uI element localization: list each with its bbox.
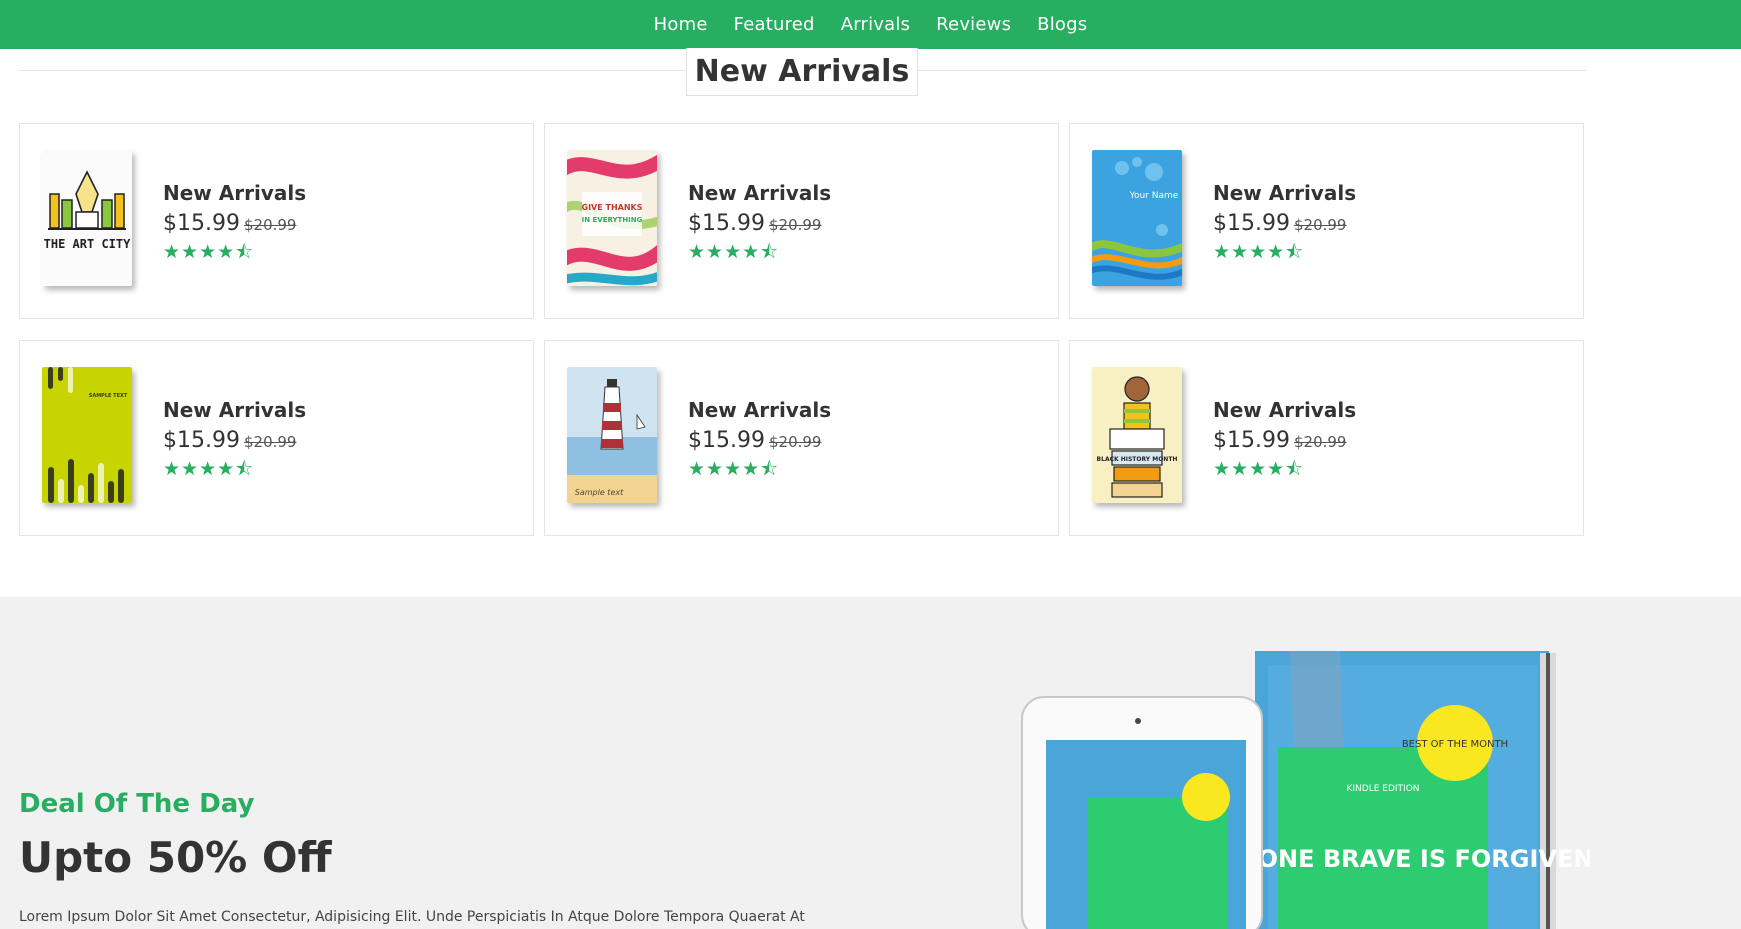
deal-description: Lorem Ipsum Dolor Sit Amet Consectetur, … bbox=[19, 909, 805, 925]
product-price: $15.99 bbox=[163, 428, 240, 453]
star-rating: ★★★★⯪ bbox=[688, 241, 780, 263]
deal-book-image: KINDLE EDITION EVERYONE BRAVE IS FORGIVE… bbox=[1010, 635, 1590, 929]
product-old-price: $20.99 bbox=[768, 216, 822, 234]
black-history-cover: BLACK HISTORY MONTH bbox=[1092, 367, 1182, 503]
product-info: New Arrivals $15.99 $20.99 ★★★★⯪ bbox=[1213, 398, 1356, 479]
product-card[interactable]: GIVE THANKS IN EVERYTHING New Arrivals $… bbox=[544, 123, 1059, 319]
svg-text:GIVE THANKS: GIVE THANKS bbox=[582, 203, 643, 212]
cover-title: Sample text bbox=[575, 488, 624, 497]
product-price: $15.99 bbox=[163, 211, 240, 236]
art-city-cover: THE ART CITY bbox=[42, 150, 132, 286]
product-info: New Arrivals $15.99 $20.99 ★★★★⯪ bbox=[688, 181, 831, 262]
product-info: New Arrivals $15.99 $20.99 ★★★★⯪ bbox=[1213, 181, 1356, 262]
star-rating: ★★★★⯪ bbox=[163, 241, 255, 263]
cover-title: Your Name bbox=[1129, 191, 1179, 201]
product-card[interactable]: Your Name New Arrivals $15.99 $20.99 ★★★★… bbox=[1069, 123, 1584, 319]
product-price: $15.99 bbox=[688, 428, 765, 453]
book-cover[interactable]: BLACK HISTORY MONTH bbox=[1092, 367, 1182, 503]
nav-blogs[interactable]: Blogs bbox=[1024, 14, 1100, 35]
product-info: New Arrivals $15.99 $20.99 ★★★★⯪ bbox=[163, 181, 306, 262]
price-row: $15.99 $20.99 bbox=[688, 211, 831, 238]
star-rating: ★★★★⯪ bbox=[1213, 241, 1305, 263]
product-card[interactable]: Sample text New Arrivals $15.99 $20.99 ★★… bbox=[544, 340, 1059, 536]
cover-title: SAMPLE TEXT bbox=[89, 393, 128, 399]
product-card[interactable]: BLACK HISTORY MONTH New Arrivals $15.99 $… bbox=[1069, 340, 1584, 536]
nav-home[interactable]: Home bbox=[641, 14, 721, 35]
deal-title: Upto 50% Off bbox=[19, 833, 332, 882]
product-price: $15.99 bbox=[1213, 428, 1290, 453]
product-price: $15.99 bbox=[1213, 211, 1290, 236]
product-card[interactable]: THE ART CITY New Arrivals $15.99 $20.99 ★… bbox=[19, 123, 534, 319]
book-cover[interactable]: Your Name bbox=[1092, 150, 1182, 286]
sample-text-cover: SAMPLE TEXT bbox=[42, 367, 132, 503]
give-thanks-cover: GIVE THANKS IN EVERYTHING bbox=[567, 150, 657, 286]
nav-reviews[interactable]: Reviews bbox=[923, 14, 1024, 35]
product-old-price: $20.99 bbox=[1293, 433, 1347, 451]
book-cover[interactable]: SAMPLE TEXT bbox=[42, 367, 132, 503]
product-price: $15.99 bbox=[688, 211, 765, 236]
product-title: New Arrivals bbox=[688, 398, 832, 422]
price-row: $15.99 $20.99 bbox=[163, 428, 306, 455]
star-rating: ★★★★⯪ bbox=[688, 458, 780, 480]
product-card[interactable]: SAMPLE TEXT New Arrivals $15.99 $20.99 ★★… bbox=[19, 340, 534, 536]
deal-section: Deal Of The Day Upto 50% Off Lorem Ipsum… bbox=[0, 597, 1741, 929]
lighthouse-cover: Sample text bbox=[567, 367, 657, 503]
cover-title: BLACK HISTORY MONTH bbox=[1097, 456, 1178, 463]
price-row: $15.99 $20.99 bbox=[1213, 428, 1356, 455]
cover-title: THE ART CITY bbox=[44, 237, 131, 251]
your-name-cover: Your Name bbox=[1092, 150, 1182, 286]
price-row: $15.99 $20.99 bbox=[688, 428, 831, 455]
star-rating: ★★★★⯪ bbox=[1213, 458, 1305, 480]
book-edition: KINDLE EDITION bbox=[1346, 784, 1419, 794]
product-title: New Arrivals bbox=[1213, 398, 1357, 422]
product-old-price: $20.99 bbox=[243, 216, 297, 234]
product-info: New Arrivals $15.99 $20.99 ★★★★⯪ bbox=[163, 398, 306, 479]
price-row: $15.99 $20.99 bbox=[163, 211, 306, 238]
book-badge: BEST OF THE MONTH bbox=[1402, 739, 1508, 750]
nav-arrivals[interactable]: Arrivals bbox=[828, 14, 923, 35]
product-title: New Arrivals bbox=[1213, 181, 1357, 205]
book-cover[interactable]: THE ART CITY bbox=[42, 150, 132, 286]
top-navbar: Home Featured Arrivals Reviews Blogs bbox=[0, 0, 1741, 49]
section-title: New Arrivals bbox=[686, 48, 918, 96]
star-rating: ★★★★⯪ bbox=[163, 458, 255, 480]
product-info: New Arrivals $15.99 $20.99 ★★★★⯪ bbox=[688, 398, 831, 479]
product-old-price: $20.99 bbox=[768, 433, 822, 451]
deal-tag: Deal Of The Day bbox=[19, 789, 255, 819]
book-tablet-illustration: KINDLE EDITION EVERYONE BRAVE IS FORGIVE… bbox=[1021, 651, 1590, 929]
book-cover[interactable]: Sample text bbox=[567, 367, 657, 503]
svg-text:IN EVERYTHING: IN EVERYTHING bbox=[582, 216, 643, 224]
book-cover[interactable]: GIVE THANKS IN EVERYTHING bbox=[567, 150, 657, 286]
product-title: New Arrivals bbox=[163, 398, 307, 422]
product-old-price: $20.99 bbox=[1293, 216, 1347, 234]
nav-featured[interactable]: Featured bbox=[721, 14, 828, 35]
price-row: $15.99 $20.99 bbox=[1213, 211, 1356, 238]
product-title: New Arrivals bbox=[688, 181, 832, 205]
product-title: New Arrivals bbox=[163, 181, 307, 205]
product-old-price: $20.99 bbox=[243, 433, 297, 451]
